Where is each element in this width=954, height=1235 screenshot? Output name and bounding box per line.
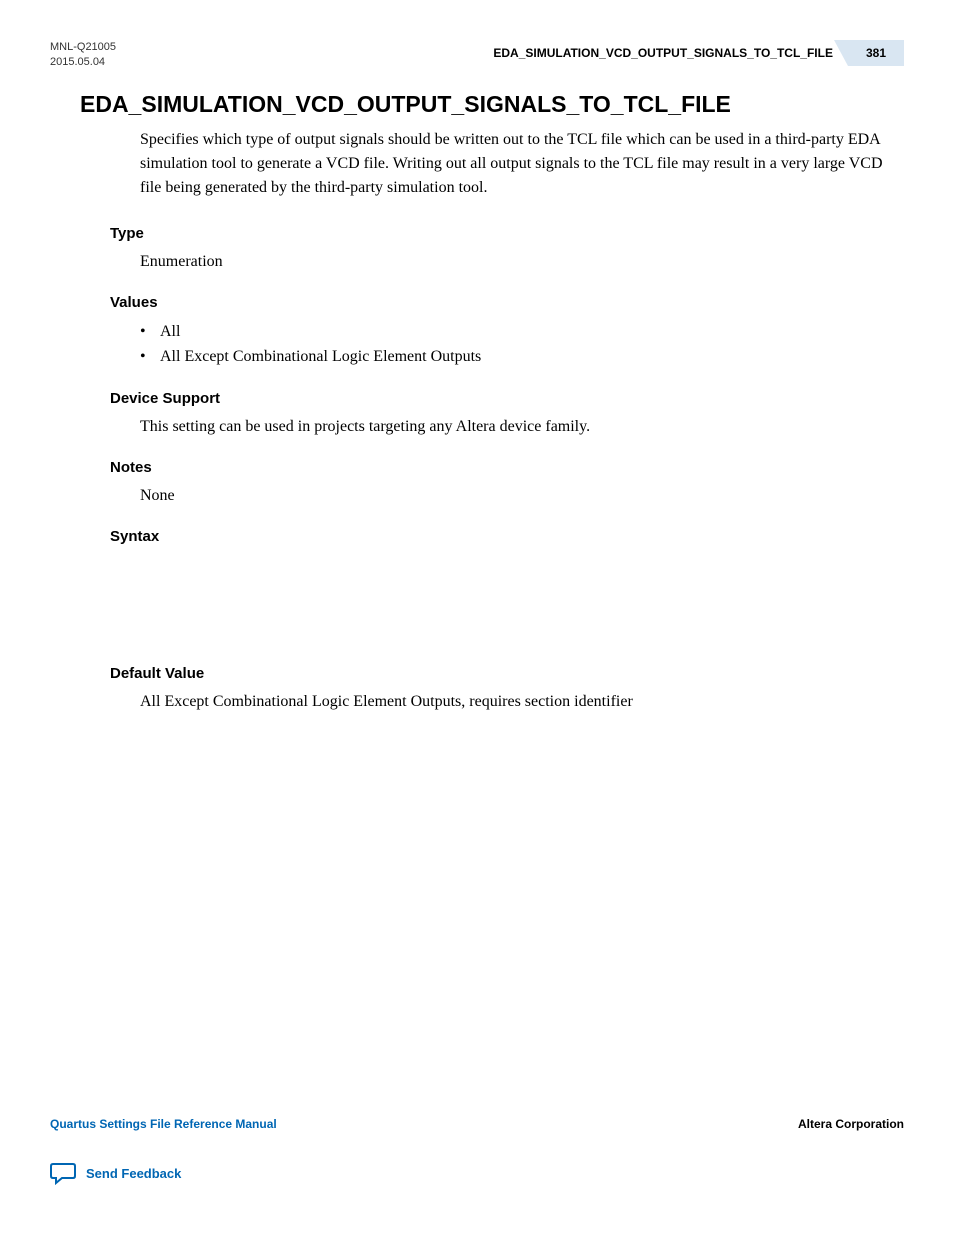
section-content-default-value: All Except Combinational Logic Element O… xyxy=(140,690,904,714)
doc-id: MNL-Q21005 xyxy=(50,40,116,55)
section-heading-values: Values xyxy=(110,294,904,311)
description-text: Specifies which type of output signals s… xyxy=(140,128,894,200)
page-footer: Quartus Settings File Reference Manual A… xyxy=(50,1117,904,1185)
section-device-support: Device Support This setting can be used … xyxy=(110,390,904,439)
header-title: EDA_SIMULATION_VCD_OUTPUT_SIGNALS_TO_TCL… xyxy=(493,46,848,60)
section-content-notes: None xyxy=(140,484,904,508)
section-heading-type: Type xyxy=(110,225,904,242)
section-syntax: Syntax xyxy=(110,528,904,545)
section-notes: Notes None xyxy=(110,459,904,508)
page-header: MNL-Q21005 2015.05.04 EDA_SIMULATION_VCD… xyxy=(50,40,904,71)
page-container: MNL-Q21005 2015.05.04 EDA_SIMULATION_VCD… xyxy=(0,0,954,1235)
section-heading-notes: Notes xyxy=(110,459,904,476)
page-number: 381 xyxy=(848,40,904,66)
list-item: All xyxy=(140,319,904,345)
footer-manual-title: Quartus Settings File Reference Manual xyxy=(50,1117,277,1131)
header-right: EDA_SIMULATION_VCD_OUTPUT_SIGNALS_TO_TCL… xyxy=(493,40,904,66)
doc-date: 2015.05.04 xyxy=(50,55,116,70)
section-default-value: Default Value All Except Combinational L… xyxy=(110,665,904,714)
send-feedback-link[interactable]: Send Feedback xyxy=(50,1161,904,1185)
main-title: EDA_SIMULATION_VCD_OUTPUT_SIGNALS_TO_TCL… xyxy=(80,91,904,118)
section-content-device-support: This setting can be used in projects tar… xyxy=(140,415,904,439)
header-doc-info: MNL-Q21005 2015.05.04 xyxy=(50,40,116,71)
section-heading-syntax: Syntax xyxy=(110,528,904,545)
section-content-type: Enumeration xyxy=(140,250,904,274)
section-heading-default-value: Default Value xyxy=(110,665,904,682)
section-values: Values All All Except Combinational Logi… xyxy=(110,294,904,370)
list-item: All Except Combinational Logic Element O… xyxy=(140,344,904,370)
footer-top: Quartus Settings File Reference Manual A… xyxy=(50,1117,904,1131)
values-list: All All Except Combinational Logic Eleme… xyxy=(140,319,904,370)
feedback-label: Send Feedback xyxy=(86,1166,181,1181)
footer-company: Altera Corporation xyxy=(798,1117,904,1131)
section-type: Type Enumeration xyxy=(110,225,904,274)
section-heading-device-support: Device Support xyxy=(110,390,904,407)
speech-bubble-icon xyxy=(50,1161,76,1185)
